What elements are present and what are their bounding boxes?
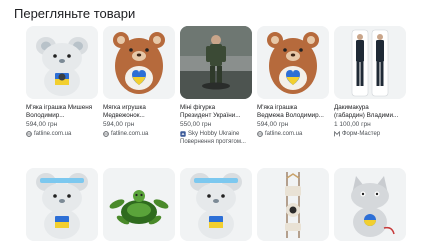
product-image-mouse-toy[interactable] xyxy=(26,26,98,99)
merchant[interactable]: fatline.com.ua xyxy=(257,130,329,138)
product-image-bear-toy-2[interactable] xyxy=(257,26,329,99)
merchant[interactable]: Форм-Мастер xyxy=(334,130,406,138)
product-title[interactable]: Мягка игрушка Медвежонок... xyxy=(103,104,175,120)
mouse-toy-image xyxy=(180,168,252,241)
product-card-cat-toy[interactable] xyxy=(334,168,406,241)
mouse-toy-image xyxy=(26,26,98,99)
page-heading: Перегляньте товари xyxy=(14,6,136,21)
product-price: 1 100,00 грн xyxy=(334,120,371,128)
product-title[interactable]: Дакимакура (габардин) Владими... xyxy=(334,104,406,120)
mouse-toy-image xyxy=(26,168,98,241)
merchant[interactable]: fatline.com.ua xyxy=(103,130,175,138)
product-card-mouse-toy-3[interactable] xyxy=(180,168,252,241)
product-image-mouse-toy-2[interactable] xyxy=(26,168,98,241)
mini-figure-image xyxy=(180,26,252,99)
store-logo-icon xyxy=(180,130,186,137)
bear-toy-image xyxy=(257,26,329,99)
merchant-name: fatline.com.ua xyxy=(34,130,72,137)
product-card-dakimakura[interactable]: Дакимакура (габардин) Владими... 1 100,0… xyxy=(334,26,406,138)
globe-icon xyxy=(257,130,263,137)
dakimakura-image xyxy=(334,26,406,99)
product-price: 594,00 грн xyxy=(103,120,135,128)
product-image-mini-figure[interactable] xyxy=(180,26,252,99)
return-policy-note: Повернення протягом... xyxy=(180,138,246,145)
product-card-bear-toy-2[interactable]: М'яка іграшка Ведмежа Володимир... 594,0… xyxy=(257,26,329,138)
product-image-turtle-toy[interactable] xyxy=(103,168,175,241)
product-card-bear-toy[interactable]: Мягка игрушка Медвежонок... 594,00 грн f… xyxy=(103,26,175,138)
merchant-name: fatline.com.ua xyxy=(111,130,149,137)
turtle-toy-image xyxy=(103,168,175,241)
product-card-mini-figure[interactable]: Міні фігурка Президент України... 550,00… xyxy=(180,26,252,146)
merchant[interactable]: Sky Hobby Ukraine xyxy=(180,130,252,138)
merchant[interactable]: fatline.com.ua xyxy=(26,130,98,138)
product-price: 594,00 грн xyxy=(26,120,58,128)
product-title[interactable]: Міні фігурка Президент України... xyxy=(180,104,252,120)
product-price: 594,00 грн xyxy=(257,120,289,128)
product-card-ornament[interactable] xyxy=(257,168,329,241)
product-card-turtle-toy[interactable] xyxy=(103,168,175,241)
merchant-name: Форм-Мастер xyxy=(342,130,381,137)
product-image-ornament[interactable] xyxy=(257,168,329,241)
globe-icon xyxy=(26,130,32,137)
merchant-name: fatline.com.ua xyxy=(265,130,303,137)
globe-icon xyxy=(103,130,109,137)
bear-backpack-image xyxy=(103,26,175,99)
product-card-mouse-toy-2[interactable] xyxy=(26,168,98,241)
product-image-dakimakura[interactable] xyxy=(334,26,406,99)
product-image-bear-toy[interactable] xyxy=(103,26,175,99)
product-image-mouse-toy-3[interactable] xyxy=(180,168,252,241)
product-price: 550,00 грн xyxy=(180,120,212,128)
merchant-name: Sky Hobby Ukraine xyxy=(188,130,240,137)
product-image-cat-toy[interactable] xyxy=(334,168,406,241)
ornament-image xyxy=(257,168,329,241)
product-title[interactable]: М'яка іграшка Мишеня Володимир... xyxy=(26,104,98,120)
cat-toy-image xyxy=(334,168,406,241)
product-title[interactable]: М'яка іграшка Ведмежа Володимир... xyxy=(257,104,329,120)
m-logo-icon xyxy=(334,130,340,137)
product-card-mouse-toy[interactable]: М'яка іграшка Мишеня Володимир... 594,00… xyxy=(26,26,98,138)
